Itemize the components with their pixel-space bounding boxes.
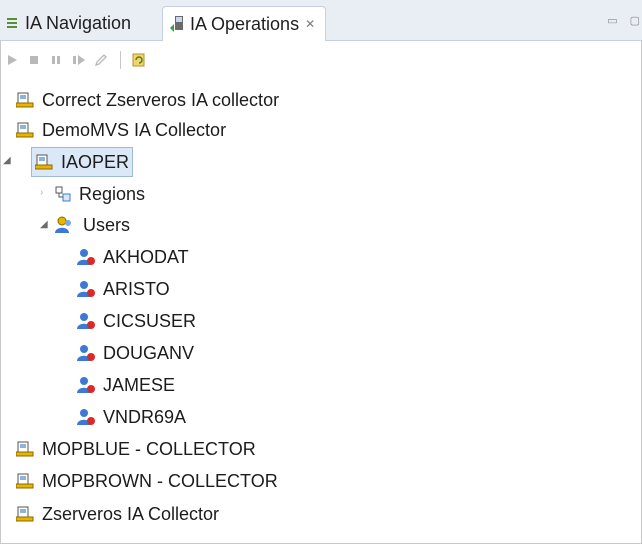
collector-icon: [16, 473, 34, 489]
tree-item-label: VNDR69A: [103, 406, 187, 427]
tree-item-user[interactable]: DOUGANV: [77, 339, 194, 367]
user-icon: [77, 280, 95, 298]
regions-icon: [55, 186, 71, 202]
tree-item-label: DemoMVS IA Collector: [42, 119, 227, 140]
tree-item-label: MOPBLUE - COLLECTOR: [42, 438, 256, 459]
view-tab-bar: IA Navigation IA Operations ✕ ▭ ▢: [0, 0, 642, 41]
edit-icon[interactable]: [94, 53, 110, 67]
expand-toggle-icon[interactable]: ◢: [3, 155, 11, 166]
operations-toolbar: [0, 41, 642, 79]
tab-ia-operations[interactable]: IA Operations ✕: [162, 6, 327, 41]
tree-item-label: DOUGANV: [103, 342, 195, 363]
tree-item-collector[interactable]: DemoMVS IA Collector: [16, 116, 226, 144]
tree-item-label: Correct Zserveros IA collector: [42, 89, 280, 110]
tree-item-label: MOPBROWN - COLLECTOR: [42, 470, 278, 491]
close-icon[interactable]: ✕: [305, 17, 315, 31]
tree-item-label: JAMESE: [103, 374, 176, 395]
user-icon: [77, 408, 95, 426]
tree-item-user[interactable]: VNDR69A: [77, 403, 186, 431]
start-icon[interactable]: [6, 54, 22, 66]
pause-icon[interactable]: [50, 54, 66, 66]
expand-toggle-icon[interactable]: ›: [40, 187, 43, 198]
tree-item-collector[interactable]: MOPBROWN - COLLECTOR: [16, 467, 278, 495]
users-icon: [55, 216, 75, 234]
tree-item-collector[interactable]: MOPBLUE - COLLECTOR: [16, 435, 256, 463]
tree-item-users[interactable]: Users: [55, 211, 130, 239]
tree-item-label: Regions: [79, 183, 146, 204]
tree-item-collector[interactable]: Zserveros IA Collector: [16, 500, 219, 528]
tab-label: IA Navigation: [25, 12, 132, 33]
operations-icon: [169, 15, 185, 33]
tree-item-regions[interactable]: Regions: [55, 180, 145, 208]
tree-item-label: Users: [83, 214, 131, 235]
collector-icon: [16, 122, 34, 138]
refresh-icon[interactable]: [131, 52, 147, 68]
collector-icon: [16, 441, 34, 457]
tab-label: IA Operations: [190, 13, 300, 34]
tab-ia-navigation[interactable]: IA Navigation: [6, 6, 131, 40]
tree-item-user[interactable]: JAMESE: [77, 371, 175, 399]
tree-item-collector-selected[interactable]: IAOPER: [31, 147, 134, 177]
collector-icon: [16, 506, 34, 522]
window-controls: ▭ ▢: [607, 14, 640, 27]
tree-item-collector[interactable]: Correct Zserveros IA collector: [16, 86, 279, 114]
maximize-icon[interactable]: ▢: [630, 14, 640, 27]
navigation-icon: [6, 15, 20, 31]
user-icon: [77, 248, 95, 266]
tree-item-user[interactable]: ARISTO: [77, 275, 170, 303]
toolbar-separator: [120, 51, 121, 69]
tree-item-user[interactable]: AKHODAT: [77, 243, 189, 271]
collector-icon: [35, 154, 53, 170]
minimize-icon[interactable]: ▭: [607, 14, 617, 27]
tree-item-user[interactable]: CICSUSER: [77, 307, 196, 335]
resume-icon[interactable]: [72, 54, 88, 66]
stop-icon[interactable]: [28, 54, 44, 66]
collector-icon: [16, 92, 34, 108]
tree-item-label: AKHODAT: [103, 246, 189, 267]
tree-item-label: IAOPER: [61, 151, 130, 172]
user-icon: [77, 344, 95, 362]
tree-item-label: ARISTO: [103, 278, 170, 299]
user-icon: [77, 312, 95, 330]
expand-toggle-icon[interactable]: ◢: [40, 219, 48, 230]
tree-item-label: Zserveros IA Collector: [42, 503, 220, 524]
user-icon: [77, 376, 95, 394]
tree-item-label: CICSUSER: [103, 310, 197, 331]
